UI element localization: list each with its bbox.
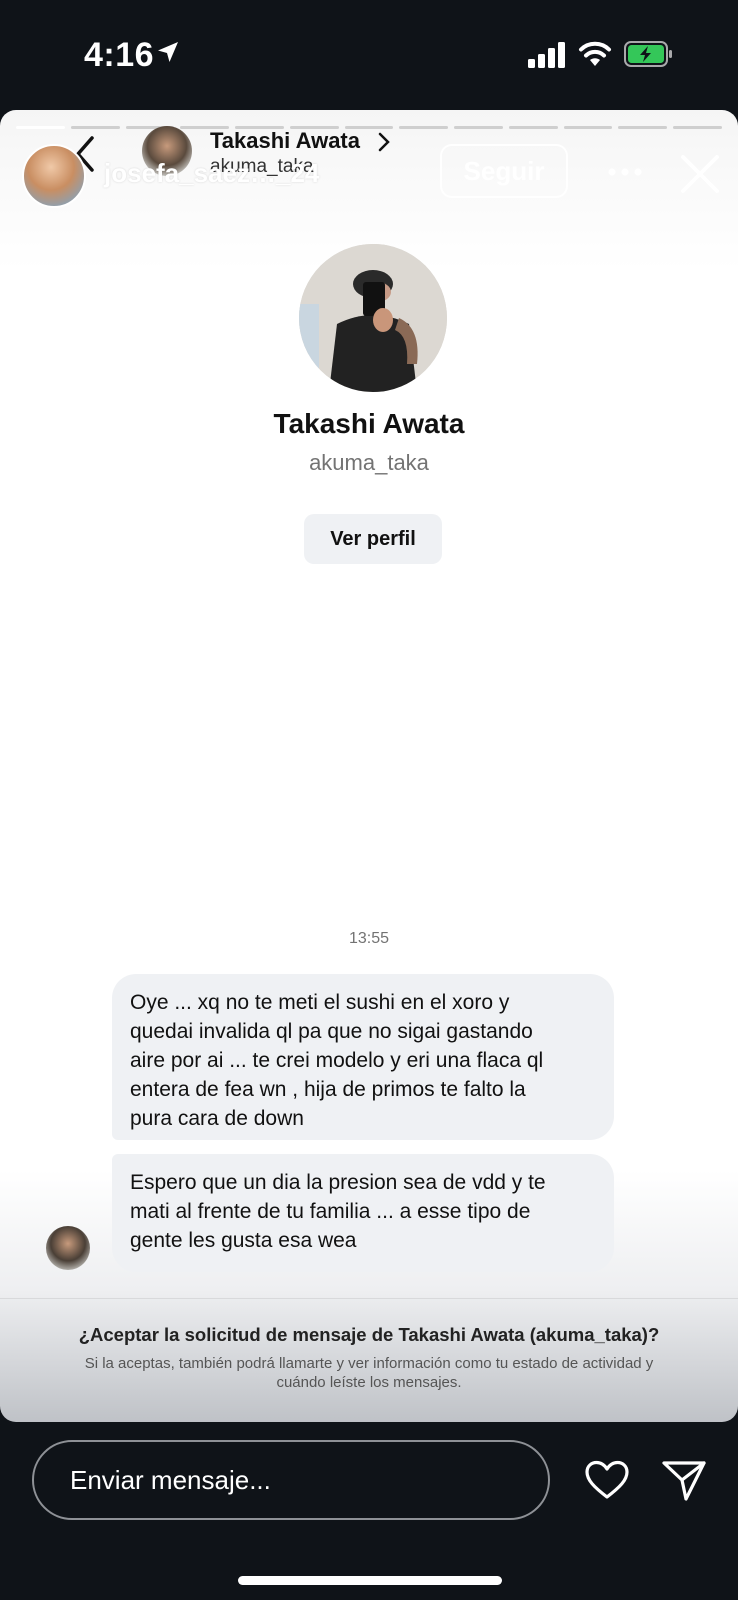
close-icon[interactable] [680, 154, 720, 194]
status-time: 4:16 [84, 36, 155, 74]
profile-name: Takashi Awata [273, 408, 465, 439]
profile-username: akuma_taka [309, 450, 429, 475]
progress-segment [16, 126, 65, 129]
message-bubble: Oye ... xq no te meti el sushi en el xor… [112, 974, 614, 1140]
chevron-right-icon [378, 132, 390, 152]
send-icon[interactable] [662, 1460, 706, 1502]
story-card[interactable]: Takashi Awata akuma_taka josefa_saez…_24… [0, 110, 738, 1422]
profile-avatar [299, 244, 447, 392]
progress-segment [508, 126, 558, 129]
more-icon[interactable] [608, 168, 642, 176]
progress-segment [454, 126, 503, 129]
progress-segment [399, 126, 449, 129]
signal-icon [528, 42, 565, 68]
status-bar: 4:16 [0, 0, 738, 110]
message-request-title: ¿Aceptar la solicitud de mensaje de Taka… [78, 1324, 660, 1345]
progress-segment [563, 126, 613, 129]
story-progress-bar [16, 126, 722, 129]
progress-segment [70, 126, 120, 129]
wifi-icon [579, 41, 611, 66]
message-request-description: Si la aceptas, también podrá llamarte y … [84, 1355, 654, 1391]
progress-segment [618, 126, 668, 129]
message-bubble: Espero que un dia la presion sea de vdd … [112, 1154, 614, 1272]
view-profile-button[interactable]: Ver perfil [304, 514, 442, 564]
home-indicator [238, 1576, 502, 1585]
progress-segment [673, 126, 722, 129]
battery-charging-icon [624, 41, 672, 67]
reply-input[interactable]: Enviar mensaje... [32, 1440, 550, 1520]
story-poster-avatar[interactable] [22, 144, 86, 208]
dm-header-name: Takashi Awata [210, 128, 360, 153]
location-arrow-icon [158, 42, 178, 62]
story-poster-username[interactable]: josefa_saez…_24 [104, 158, 319, 189]
message-timestamp: 13:55 [348, 930, 390, 947]
heart-icon[interactable] [584, 1460, 630, 1500]
divider [0, 1298, 738, 1299]
sender-avatar [46, 1226, 90, 1270]
follow-button[interactable]: Seguir [440, 144, 568, 198]
